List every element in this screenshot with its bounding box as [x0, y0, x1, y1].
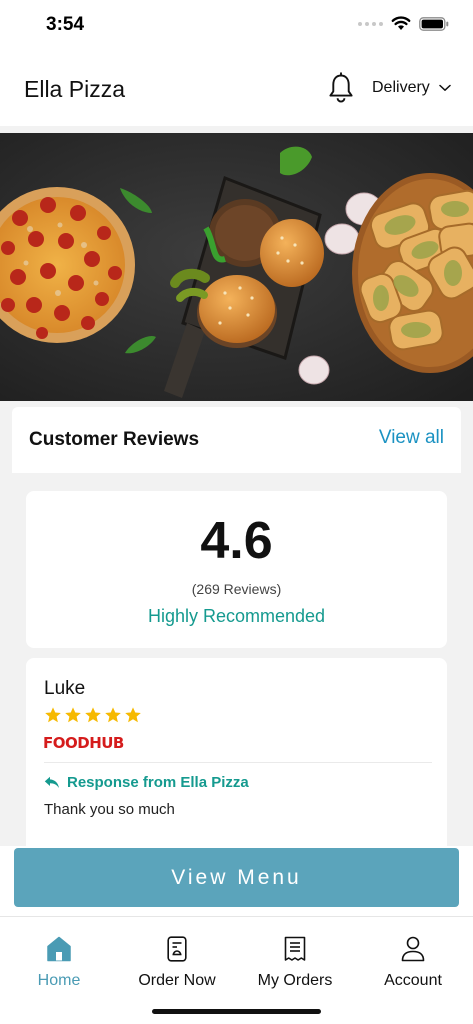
signal-icon: [358, 21, 383, 26]
tab-my-orders[interactable]: My Orders: [236, 935, 354, 990]
status-icons: [358, 16, 449, 31]
wifi-icon: [391, 16, 411, 30]
response-header: Response from Ella Pizza: [44, 774, 249, 791]
cta-container: View Menu: [0, 846, 473, 916]
view-all-link[interactable]: View all: [379, 427, 444, 449]
delivery-label: Delivery: [372, 79, 430, 96]
tab-label: Home: [37, 972, 81, 989]
page-title: Ella Pizza: [24, 76, 125, 102]
tab-label: My Orders: [257, 972, 333, 989]
star-icon: [65, 707, 81, 723]
section-title: Customer Reviews: [29, 429, 200, 450]
reviewer-name: Luke: [44, 678, 86, 699]
response-label: Response from Ella Pizza: [67, 774, 249, 791]
star-icon: [85, 707, 101, 723]
user-icon: [401, 936, 425, 962]
star-icon: [105, 707, 121, 723]
review-card[interactable]: Luke FOODHUB Response from Ella Pizza Th…: [26, 658, 447, 846]
foodhub-logo: FOODHUB: [43, 734, 124, 752]
reviews-header: Customer Reviews View all: [12, 407, 461, 473]
status-time: 3:54: [46, 14, 85, 35]
menu-card-icon: [167, 936, 187, 962]
tab-label: Account: [384, 972, 442, 989]
star-rating: [44, 706, 142, 724]
rating-summary-card: 4.6 (269 Reviews) Highly Recommended: [26, 491, 447, 648]
bottom-tab-bar: Home Order Now My Orders Account: [0, 916, 473, 1024]
recommendation-label: Highly Recommended: [147, 606, 326, 626]
reviews-section: Customer Reviews View all 4.6 (269 Revie…: [0, 401, 473, 846]
chevron-down-icon: [439, 84, 451, 91]
status-bar: 3:54: [0, 0, 473, 52]
response-text: Thank you so much: [44, 801, 175, 818]
view-menu-button[interactable]: View Menu: [14, 848, 459, 907]
tab-home[interactable]: Home: [0, 935, 118, 990]
review-count: (269 Reviews): [191, 581, 282, 597]
battery-icon: [419, 16, 449, 31]
receipt-icon: [284, 936, 306, 961]
star-icon: [45, 707, 61, 723]
rating-value: 4.6: [200, 512, 273, 570]
reply-icon: [44, 776, 59, 788]
home-icon: [47, 936, 71, 962]
divider: [44, 762, 432, 763]
hero-banner-image: [0, 133, 473, 401]
delivery-selector[interactable]: Delivery: [372, 79, 451, 97]
tab-account[interactable]: Account: [354, 935, 472, 990]
star-icon: [125, 707, 141, 723]
tab-order-now[interactable]: Order Now: [118, 935, 236, 990]
home-indicator: [152, 1009, 321, 1014]
app-header: Ella Pizza Delivery: [0, 52, 473, 128]
tab-label: Order Now: [138, 972, 216, 989]
bell-icon[interactable]: [327, 72, 355, 104]
